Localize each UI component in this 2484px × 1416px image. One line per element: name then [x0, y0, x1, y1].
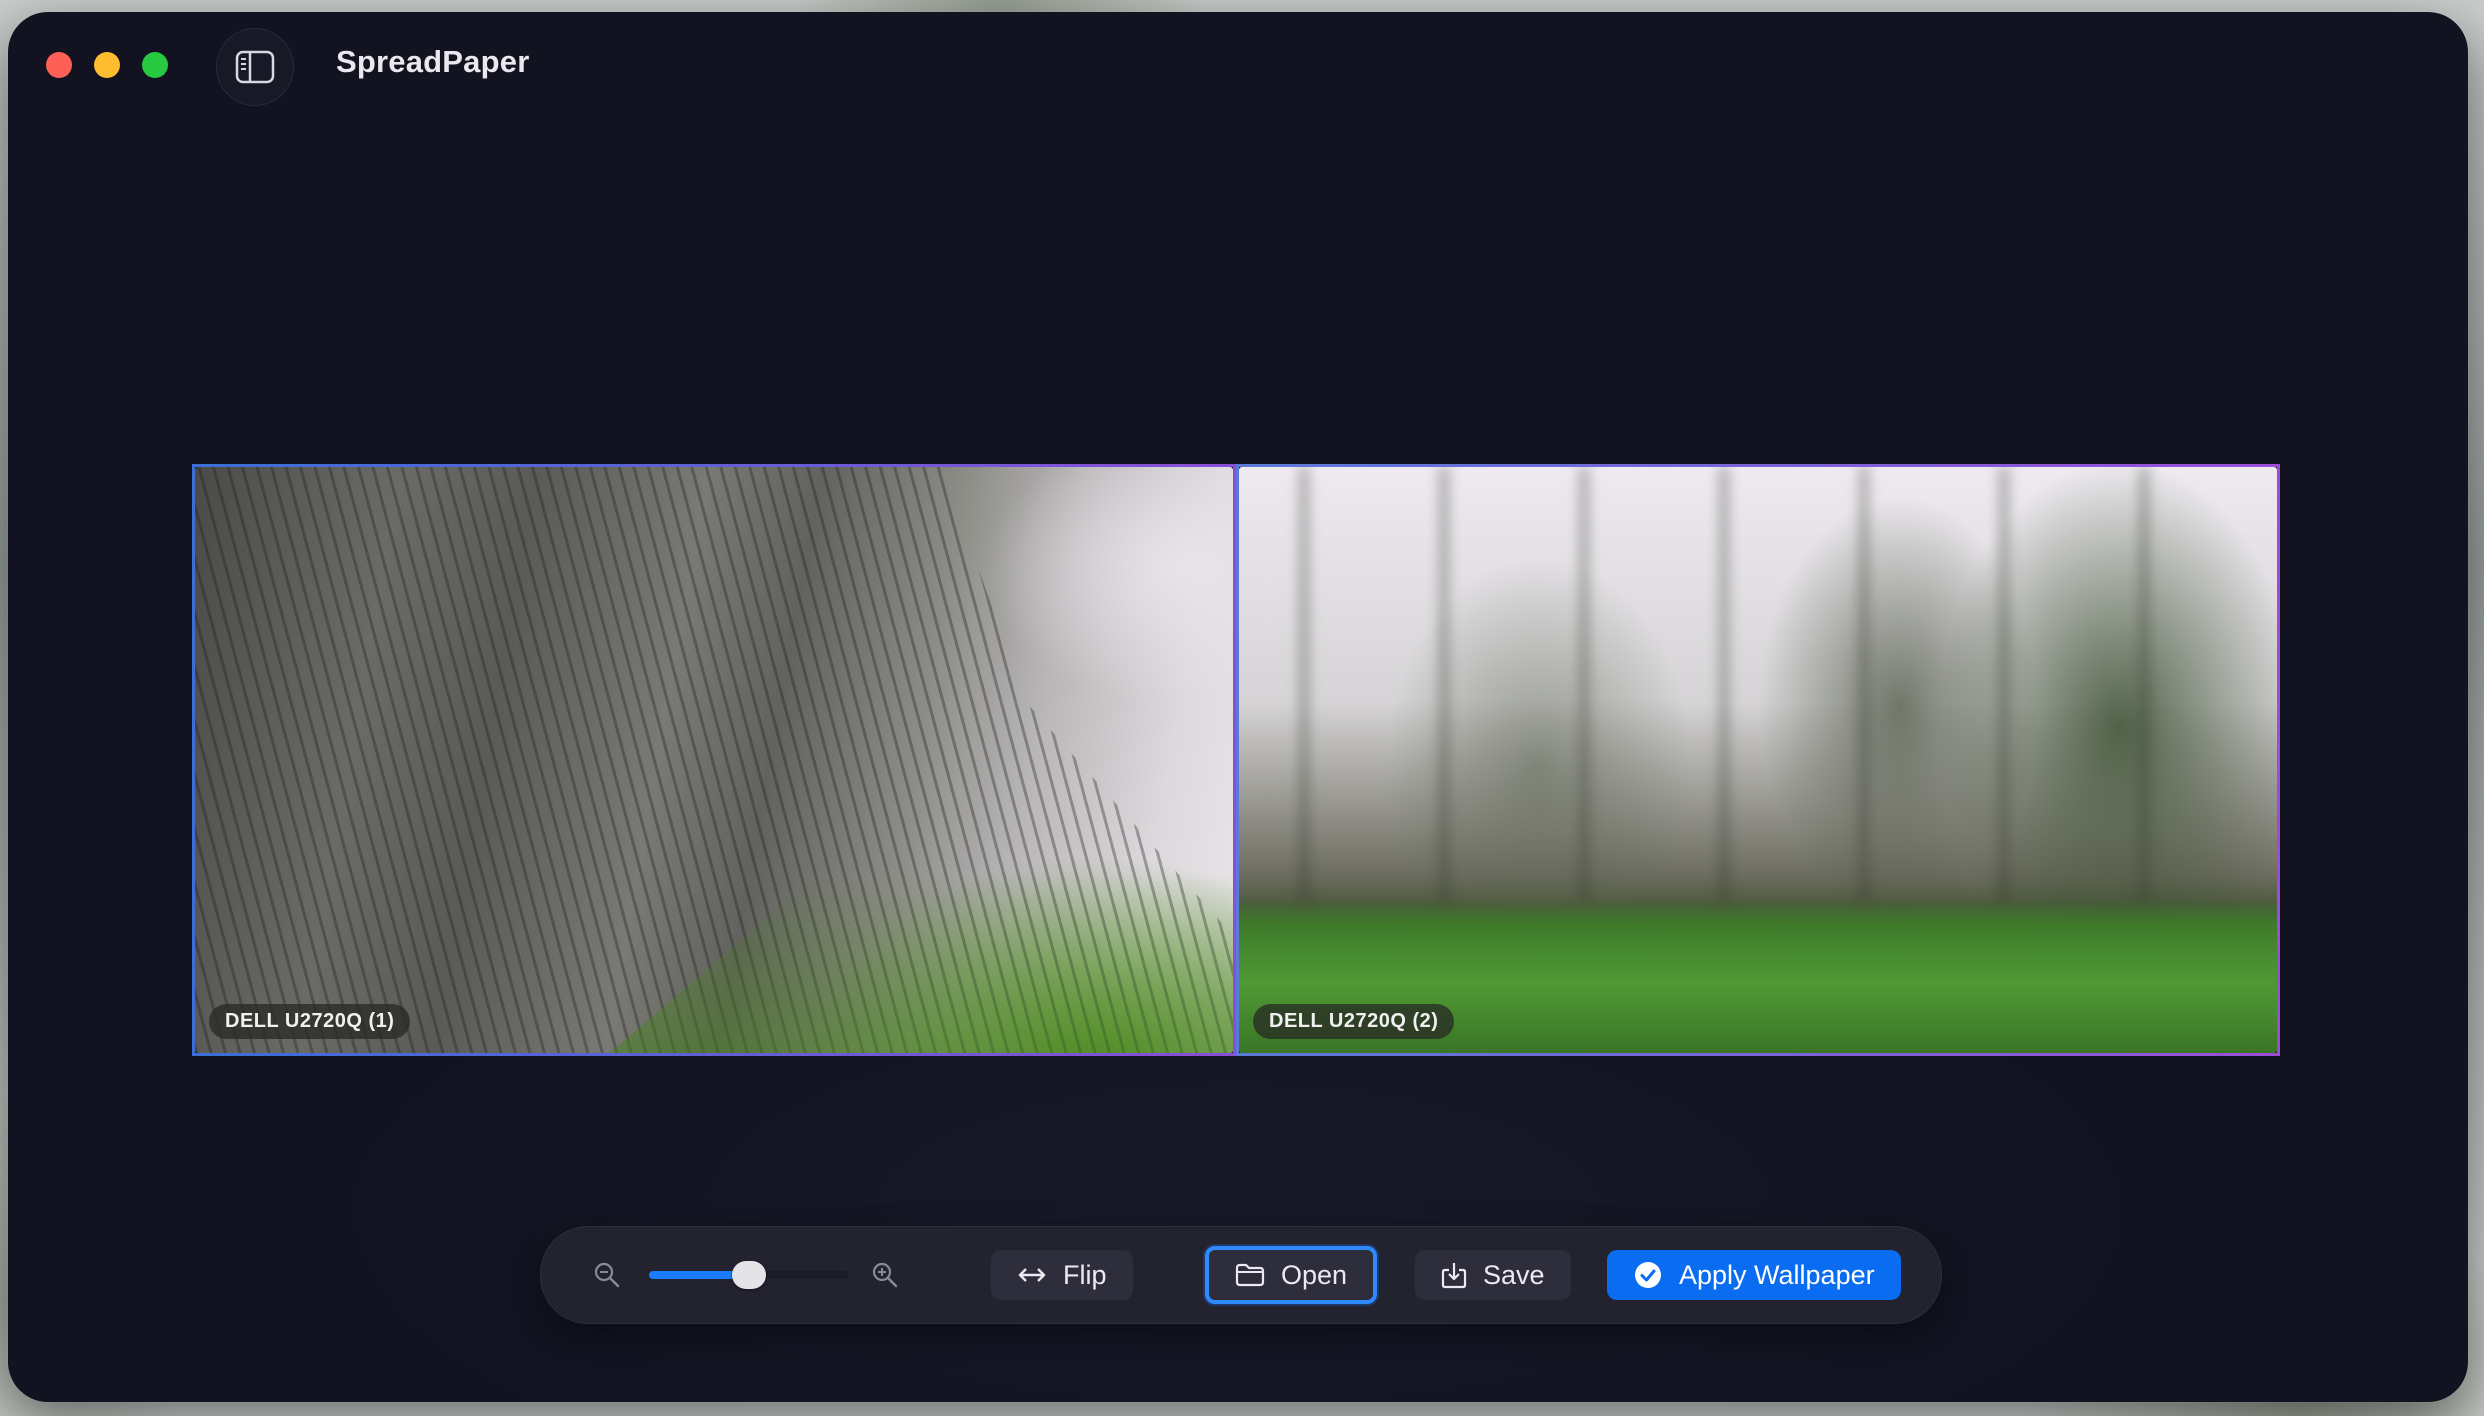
app-window: SpreadPaper DELL U2720Q (1) DELL U2720Q … [8, 12, 2468, 1402]
zoom-out-icon [594, 1262, 620, 1288]
save-button[interactable]: Save [1415, 1250, 1571, 1300]
open-button[interactable]: Open [1205, 1246, 1378, 1304]
flip-button-label: Flip [1063, 1259, 1107, 1290]
zoom-out-button[interactable] [593, 1261, 621, 1289]
zoom-slider[interactable] [649, 1261, 849, 1289]
wallpaper-image-right [1239, 467, 2277, 1053]
flip-horizontal-icon [1018, 1268, 1046, 1282]
close-icon[interactable] [46, 52, 72, 78]
zoom-in-button[interactable] [871, 1261, 899, 1289]
save-button-label: Save [1483, 1259, 1545, 1290]
minimize-icon[interactable] [94, 52, 120, 78]
wallpaper-preview[interactable]: DELL U2720Q (1) DELL U2720Q (2) [192, 464, 2288, 1056]
sidebar-toggle-icon [235, 50, 275, 84]
monitor-label: DELL U2720Q (2) [1253, 1004, 1455, 1039]
apply-wallpaper-button[interactable]: Apply Wallpaper [1607, 1250, 1901, 1300]
bottom-toolbar: Flip Open Save Apply Wallpaper [540, 1226, 1942, 1324]
monitor-preview-1[interactable]: DELL U2720Q (1) [192, 464, 1236, 1056]
checkmark-circle-icon [1635, 1262, 1661, 1288]
wallpaper-image-left [195, 467, 1233, 1053]
zoom-in-icon [872, 1262, 898, 1288]
folder-icon [1235, 1263, 1265, 1287]
apply-wallpaper-label: Apply Wallpaper [1679, 1259, 1875, 1290]
window-controls [46, 52, 168, 78]
app-title: SpreadPaper [336, 44, 530, 79]
save-download-icon [1441, 1263, 1467, 1289]
zoom-slider-thumb[interactable] [732, 1261, 766, 1289]
monitor-label: DELL U2720Q (1) [209, 1004, 411, 1039]
open-button-label: Open [1281, 1259, 1348, 1290]
maximize-icon[interactable] [142, 52, 168, 78]
sidebar-toggle-button[interactable] [216, 28, 294, 106]
monitor-preview-2[interactable]: DELL U2720Q (2) [1236, 464, 2280, 1056]
flip-button[interactable]: Flip [991, 1250, 1133, 1300]
